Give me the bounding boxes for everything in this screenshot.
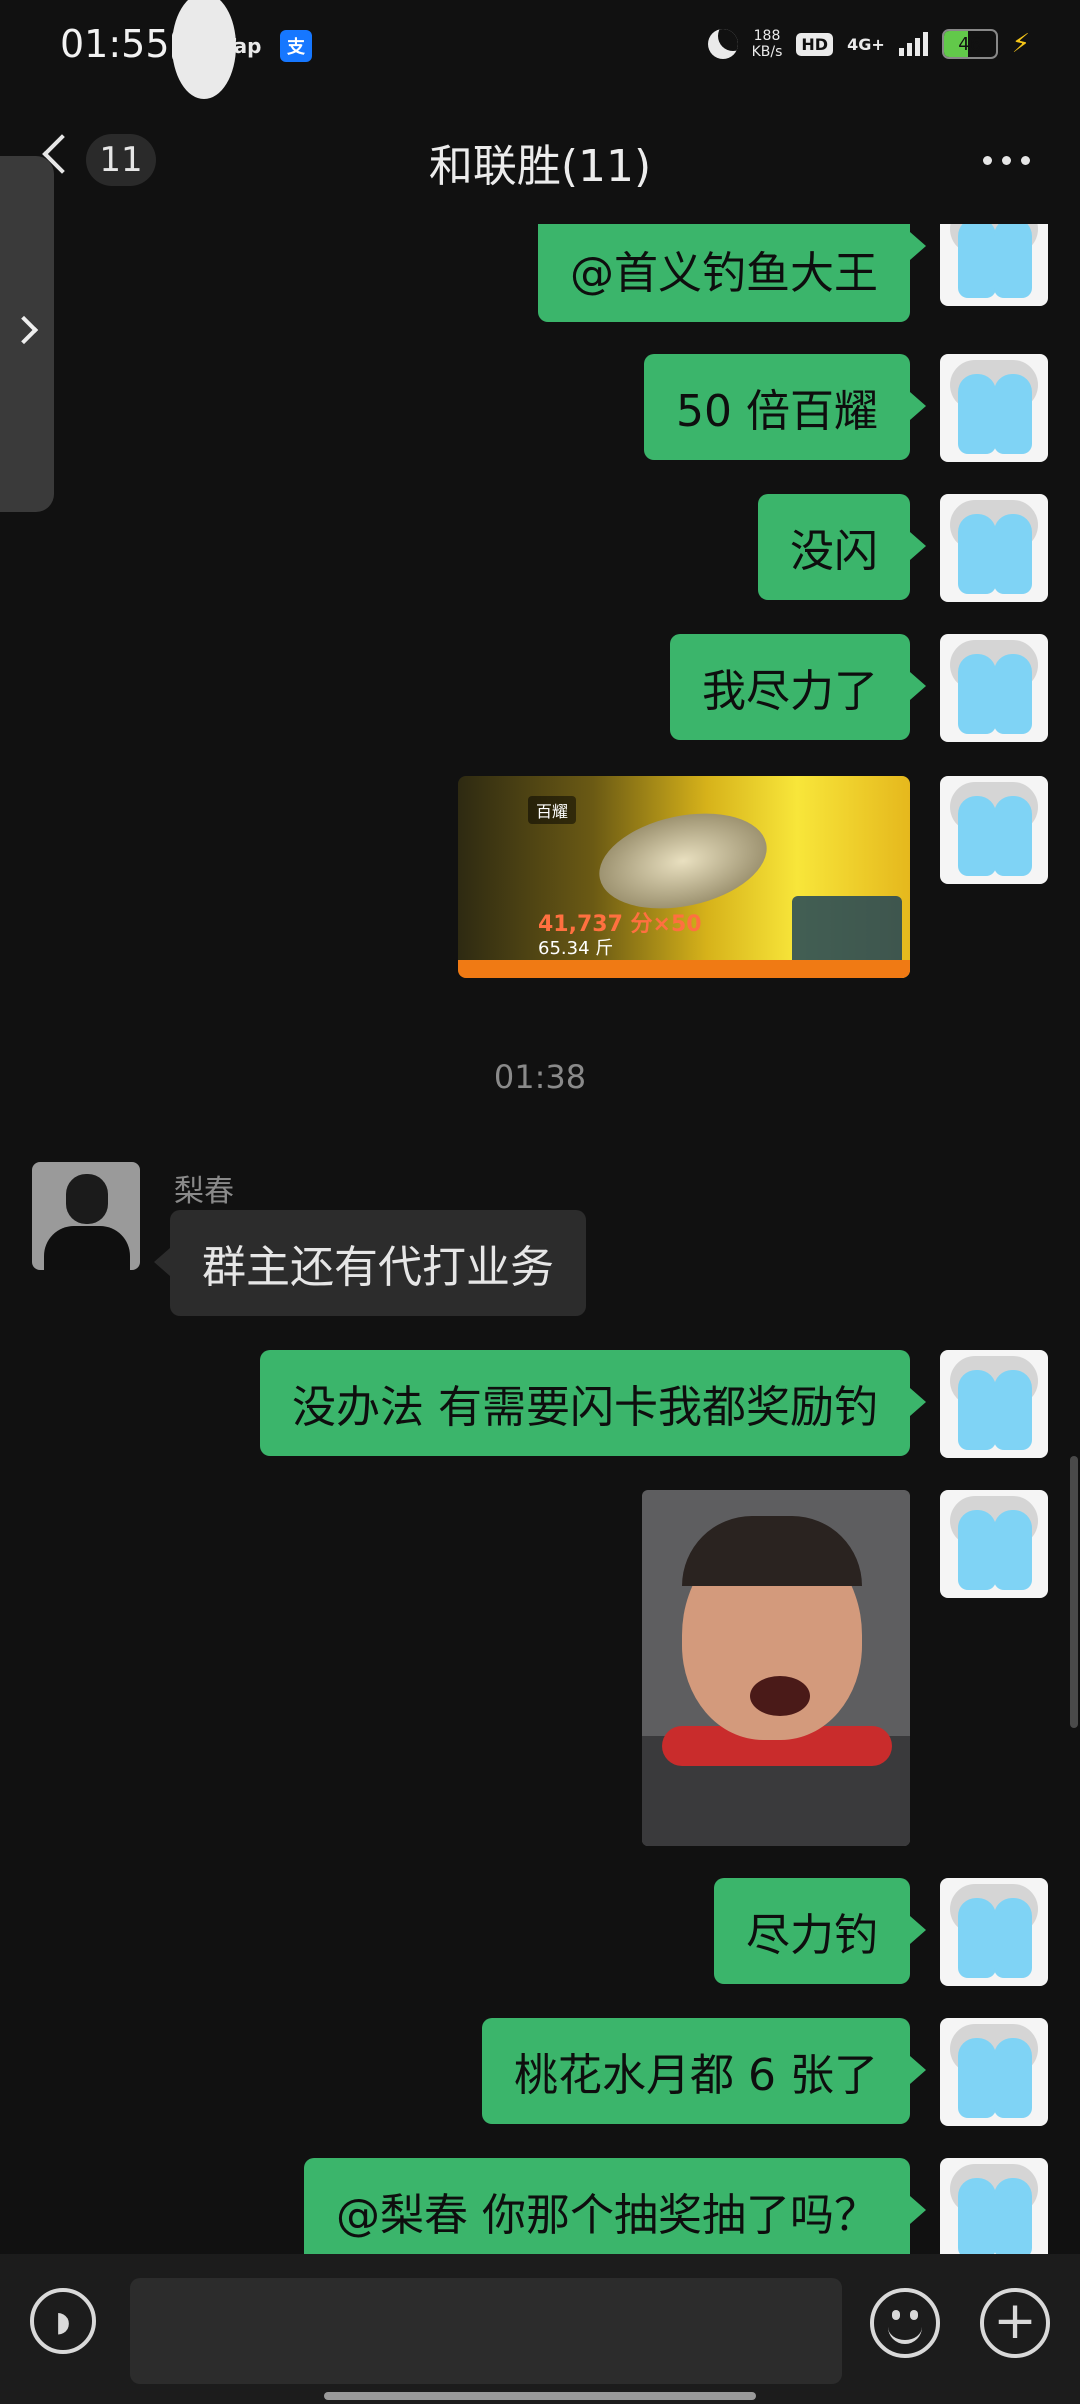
network-type: 4G+: [847, 34, 885, 54]
self-avatar[interactable]: [940, 634, 1048, 742]
hd-icon: HD: [796, 32, 834, 56]
message-bubble[interactable]: 50 倍百耀: [644, 354, 926, 460]
message-bubble[interactable]: 没办法 有需要闪卡我都奖励钓: [260, 1350, 926, 1456]
message-bubble[interactable]: 没闪: [758, 494, 926, 600]
self-avatar[interactable]: [940, 2158, 1048, 2254]
message-list[interactable]: @首义钓鱼大王 50 倍百耀 没闪 我尽力了 百耀 41,737 分×50 65…: [0, 224, 1080, 2254]
battery-icon: 46: [941, 29, 998, 59]
home-indicator[interactable]: [324, 2392, 756, 2400]
message-bubble[interactable]: 我尽力了: [670, 634, 926, 740]
battery-level: 46: [958, 33, 982, 55]
scroll-indicator[interactable]: [1070, 1456, 1078, 1728]
notification-icons: ● Tap 支: [172, 0, 312, 99]
self-avatar[interactable]: [940, 1350, 1048, 1458]
network-speed: 188 KB/s: [752, 28, 783, 60]
game-screenshot-image[interactable]: 百耀 41,737 分×50 65.34 斤: [458, 776, 910, 978]
speed-unit: KB/s: [751, 44, 783, 60]
self-avatar[interactable]: [940, 776, 1048, 884]
alipay-icon: 支: [280, 30, 312, 62]
do-not-disturb-icon: [707, 29, 738, 59]
more-options-icon[interactable]: [983, 156, 1030, 165]
add-more-icon[interactable]: +: [980, 2288, 1050, 2358]
emoji-icon[interactable]: [870, 2288, 940, 2358]
system-indicators: 188 KB/s HD 4G+ 46 ⚡: [707, 28, 1030, 60]
chat-title: 和联胜(11): [428, 141, 652, 192]
self-avatar[interactable]: [940, 1490, 1048, 1598]
message-bubble[interactable]: 群主还有代打业务: [154, 1210, 586, 1316]
status-time: 01:55: [60, 22, 170, 66]
voice-input-icon[interactable]: ◗: [30, 2288, 96, 2354]
self-avatar[interactable]: [940, 354, 1048, 462]
speed-value: 188: [753, 28, 781, 44]
signal-icon: [898, 32, 928, 56]
message-input[interactable]: [130, 2278, 842, 2384]
chat-header: 11 和联胜(11): [0, 120, 1080, 204]
input-bar: ◗ +: [0, 2254, 1080, 2404]
game-label: 百耀: [528, 796, 577, 824]
message-bubble-icon: [172, 0, 236, 99]
game-weight: 65.34 斤: [538, 938, 614, 959]
message-bubble[interactable]: 尽力钓: [714, 1878, 926, 1984]
message-bubble[interactable]: @梨春 你那个抽奖抽了吗？: [304, 2158, 926, 2254]
sender-name: 梨春: [174, 1174, 234, 1209]
message-bubble[interactable]: @首义钓鱼大王: [538, 224, 926, 322]
status-bar: 01:55 ● Tap 支 188 KB/s HD 4G+ 46 ⚡: [0, 0, 1080, 99]
sender-avatar[interactable]: [32, 1162, 140, 1270]
self-avatar[interactable]: [940, 224, 1048, 306]
message-timestamp: 01:38: [493, 1058, 587, 1096]
self-avatar[interactable]: [940, 2018, 1048, 2126]
game-panel: [792, 896, 902, 966]
charging-icon: ⚡: [1011, 29, 1030, 59]
message-bubble[interactable]: 桃花水月都 6 张了: [482, 2018, 926, 2124]
game-bar: [458, 960, 910, 978]
fish-image: [590, 799, 776, 923]
self-avatar[interactable]: [940, 494, 1048, 602]
crying-kid-sticker[interactable]: [642, 1490, 910, 1846]
self-avatar[interactable]: [940, 1878, 1048, 1986]
